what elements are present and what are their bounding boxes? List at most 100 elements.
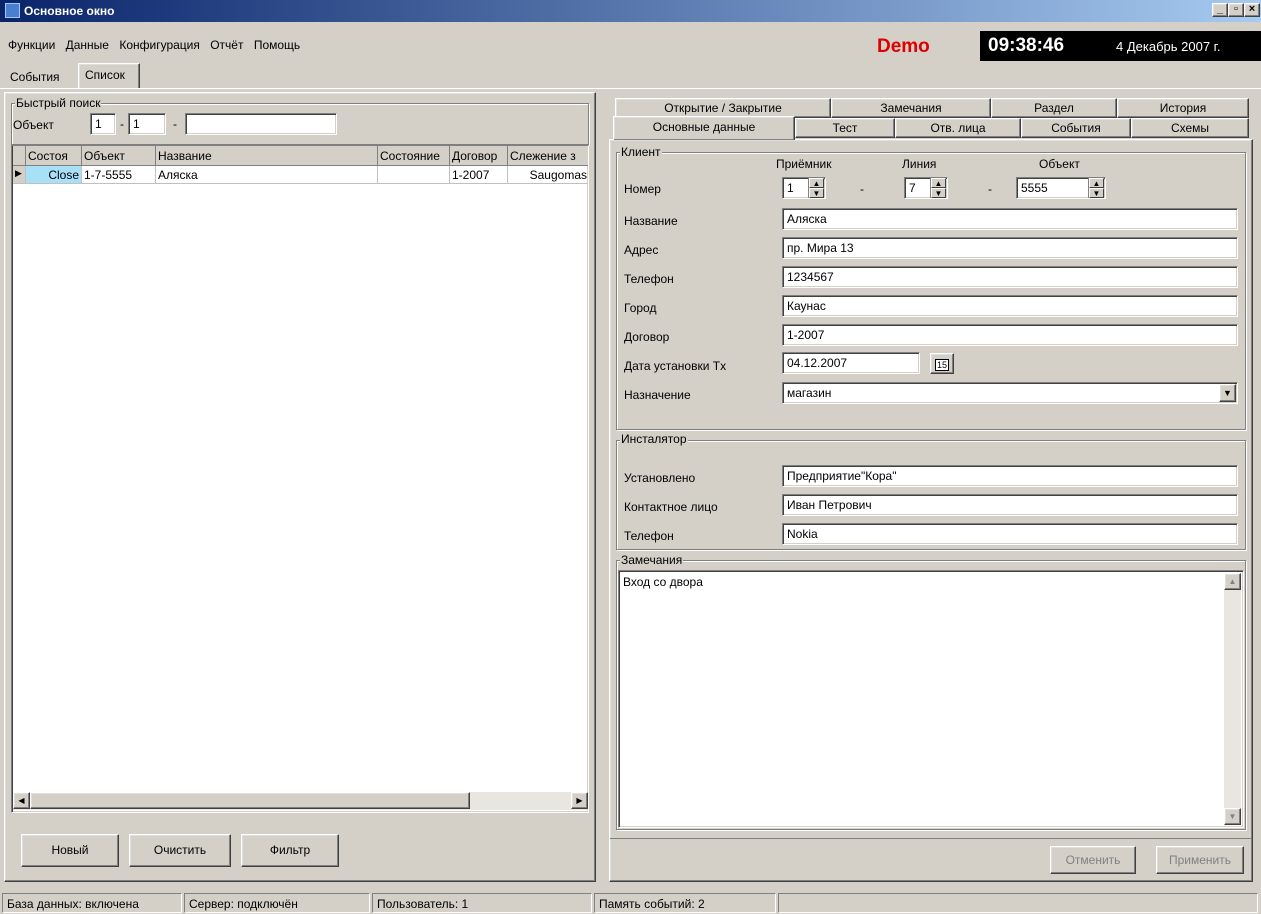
address-field[interactable]: пр. Мира 13 [782,237,1238,259]
cell-state[interactable]: Close [26,166,82,184]
clear-button[interactable]: Очистить [129,834,231,867]
col-object[interactable]: Объект [82,146,156,166]
calendar-icon[interactable]: 15 [930,353,954,374]
chevron-down-icon[interactable]: ▼ [1219,384,1236,402]
number-label: Номер [624,182,661,196]
installer-legend: Инсталятор [620,432,688,446]
tab-main-data[interactable]: Основные данные [613,116,795,140]
contract-label: Договор [624,330,670,344]
col-name[interactable]: Название [156,146,378,166]
minimize-icon[interactable]: _ [1212,3,1228,17]
hdr-receiver: Приёмник [776,157,832,171]
tab-list[interactable]: Список [78,63,140,89]
install-date-field[interactable]: 04.12.2007 [782,352,920,374]
menu-data[interactable]: Данные [66,38,109,52]
scroll-thumb[interactable] [30,792,470,809]
cell-tracking[interactable]: Saugomas [508,166,588,184]
scroll-left-icon[interactable]: ◀ [13,792,30,809]
menu-help[interactable]: Помощь [254,38,300,52]
object-grid: Состоя Объект Название Состояние Договор… [11,145,589,813]
contact-field[interactable]: Иван Петрович [782,494,1238,516]
hdr-object: Объект [1039,157,1080,171]
menu-report[interactable]: Отчёт [210,38,243,52]
horizontal-scrollbar[interactable]: ◀ ▶ [13,792,588,810]
vertical-scrollbar[interactable]: ▲ ▼ [1224,573,1241,825]
name-label: Название [624,214,678,228]
menu-functions[interactable]: Функции [8,38,55,52]
cancel-button[interactable]: Отменить [1050,846,1136,874]
scroll-up-icon[interactable]: ▲ [1224,573,1241,590]
notes-text: Вход со двора [623,575,703,589]
close-icon[interactable]: × [1244,3,1260,17]
filter-button[interactable]: Фильтр [241,834,339,867]
purpose-select[interactable]: магазин [782,382,1238,404]
maximize-icon[interactable]: ▫ [1228,3,1244,17]
tab-open-close[interactable]: Открытие / Закрытие [615,98,831,118]
install-date-label: Дата установки Tx [624,359,727,373]
title-bar: Основное окно _ ▫ × [0,0,1261,22]
cell-name[interactable]: Аляска [156,166,378,184]
window-title: Основное окно [24,4,115,18]
installed-label: Установлено [624,471,696,485]
object-spinner-icon[interactable]: ▲ ▼ [1088,178,1104,198]
status-server: Сервер: подключён [184,893,370,913]
search-object-input[interactable] [185,113,337,135]
contract-field[interactable]: 1-2007 [782,324,1238,346]
tab-events-right[interactable]: События [1021,118,1131,138]
left-panel: Быстрый поиск Объект 1 - 1 - Состоя Объе… [4,92,596,882]
installer-phone-label: Телефон [624,529,674,543]
new-button[interactable]: Новый [21,834,119,867]
tab-history[interactable]: История [1117,98,1249,118]
right-panel: Открытие / Закрытие Замечания Раздел Ист… [607,96,1255,882]
quick-search-legend: Быстрый поиск [15,96,102,110]
tab-responsible[interactable]: Отв. лица [895,118,1021,138]
status-bar: База данных: включена Сервер: подключён … [0,893,1261,914]
status-db: База данных: включена [2,893,182,913]
tab-notes[interactable]: Замечания [831,98,991,118]
clock-time: 09:38:46 [988,35,1065,56]
installed-field[interactable]: Предприятие"Кора" [782,465,1238,487]
calendar-icon-day: 15 [934,359,949,371]
contact-label: Контактное лицо [624,500,718,514]
tab-test[interactable]: Тест [795,118,895,138]
scroll-right-icon[interactable]: ▶ [571,792,588,809]
quick-search-label: Объект [13,118,54,132]
purpose-label: Назначение [624,388,691,402]
tab-section[interactable]: Раздел [991,98,1117,118]
apply-button[interactable]: Применить [1156,846,1244,874]
city-field[interactable]: Каунас [782,295,1238,317]
phone-field[interactable]: 1234567 [782,266,1238,288]
status-user: Пользователь: 1 [372,893,592,913]
notes-textarea[interactable]: Вход со двора ▲ ▼ [618,570,1244,828]
row-indicator-icon: ▶ [13,166,26,184]
search-receiver-input[interactable]: 1 [90,113,116,135]
city-label: Город [624,301,657,315]
status-empty [778,893,1258,913]
phone-label: Телефон [624,272,674,286]
installer-phone-field[interactable]: Nokia [782,523,1238,545]
cell-status[interactable] [378,166,450,184]
tab-events[interactable]: События [10,70,60,84]
clock-date: 4 Декабрь 2007 г. [1116,39,1221,54]
scroll-down-icon[interactable]: ▼ [1224,808,1241,825]
tab-content: Клиент Приёмник Линия Объект Номер 1 ▲ ▼ … [609,139,1253,882]
tab-schemes[interactable]: Схемы [1131,118,1249,138]
address-label: Адрес [624,243,659,257]
cell-object[interactable]: 1-7-5555 [82,166,156,184]
app-icon [5,3,20,18]
search-line-input[interactable]: 1 [128,113,166,135]
status-events: Память событий: 2 [594,893,776,913]
line-spinner-icon[interactable]: ▲ ▼ [930,178,946,198]
menu-bar: Функции Данные Конфигурация Отчёт Помощь [8,38,307,52]
col-tracking[interactable]: Слежение з [508,146,588,166]
name-field[interactable]: Аляска [782,208,1238,230]
col-state-short[interactable]: Состоя [26,146,82,166]
menu-config[interactable]: Конфигурация [119,38,200,52]
notes-legend: Замечания [620,553,684,567]
cell-contract[interactable]: 1-2007 [450,166,508,184]
hdr-line: Линия [902,157,937,171]
clock: 09:38:46 4 Декабрь 2007 г. [980,31,1261,61]
col-contract[interactable]: Договор [450,146,508,166]
receiver-spinner-icon[interactable]: ▲ ▼ [808,178,824,198]
col-state[interactable]: Состояние [378,146,450,166]
